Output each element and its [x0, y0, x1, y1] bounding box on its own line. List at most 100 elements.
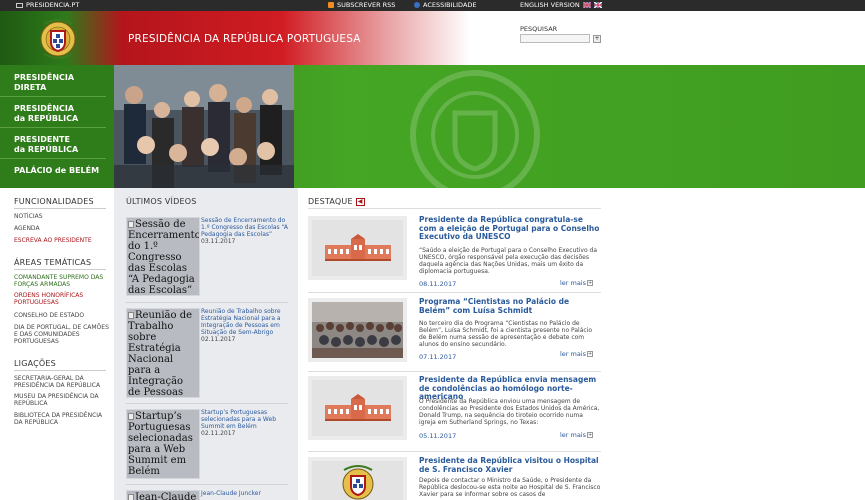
destaque-header: DESTAQUE ◀: [308, 197, 365, 206]
news-item: Presidente da República congratula-se co…: [308, 215, 601, 288]
nav-item-presidencia-direta[interactable]: PRESIDÊNCIA DIRETA: [0, 73, 106, 92]
banner: PRESIDÊNCIA DIRETA PRESIDÊNCIA da REPÚBL…: [0, 65, 865, 188]
link-biblioteca[interactable]: BIBLIOTECA DA PRESIDÊNCIA DA REPÚBLICA: [14, 412, 109, 426]
link-secretaria-geral[interactable]: SECRETARIA-GERAL DA PRESIDÊNCIA DA REPÚB…: [14, 375, 109, 389]
video-item[interactable]: Startup’s Portuguesas selecionadas para …: [126, 409, 288, 479]
video-caption-text: Startup’s Portuguesas selecionadas para …: [201, 409, 277, 430]
read-more-label: ler mais: [559, 279, 586, 287]
search-input[interactable]: [520, 34, 590, 43]
read-more-link[interactable]: ler mais +: [560, 279, 593, 287]
site-title: PRESIDÊNCIA DA REPÚBLICA PORTUGUESA: [128, 33, 361, 45]
news-title[interactable]: Presidente da República visitou o Hospit…: [419, 456, 601, 474]
accessibility-icon: [414, 2, 420, 8]
accessibility-link[interactable]: ACESSIBILIDADE: [414, 1, 477, 9]
nav-item-line1: PALÁCIO de BELÉM: [14, 166, 100, 175]
video-thumbnail[interactable]: Reunião de Trabalho sobre Estratégia Nac…: [126, 308, 200, 398]
nav-item-line2: DIRETA: [14, 82, 47, 92]
search-button[interactable]: +: [593, 35, 601, 43]
read-more-link[interactable]: ler mais +: [560, 350, 593, 358]
nav-item-line1: PRESIDENTE: [14, 135, 70, 144]
coat-of-arms-icon: [342, 465, 373, 500]
rss-link[interactable]: SUBSCREVER RSS: [328, 1, 395, 9]
video-thumbnail[interactable]: Sessão de Encerramento do 1.º Congresso …: [126, 217, 200, 296]
video-caption-text: Jean-Claude Juncker: [201, 490, 261, 497]
video-divider: [126, 302, 288, 303]
news-image[interactable]: [308, 298, 407, 362]
broken-image-icon: [128, 312, 134, 319]
video-caption[interactable]: Jean-Claude Juncker: [201, 490, 289, 497]
main-nav: PRESIDÊNCIA DIRETA PRESIDÊNCIA da REPÚBL…: [0, 65, 114, 188]
destaque-title: DESTAQUE: [308, 197, 353, 206]
site-link[interactable]: PRESIDENCIA.PT: [16, 1, 79, 9]
header: PRESIDÊNCIA DA REPÚBLICA PORTUGUESA PESQ…: [0, 11, 865, 65]
videos-title: ÚLTIMOS VÍDEOS: [126, 197, 197, 206]
group-photo-image: [312, 302, 403, 358]
video-caption[interactable]: Sessão de Encerramento do 1.º Congresso …: [201, 217, 289, 245]
english-version-link[interactable]: ENGLISH VERSION: [520, 1, 602, 9]
link-dia-de-portugal[interactable]: DIA DE PORTUGAL, DE CAMÕES E DAS COMUNID…: [14, 324, 109, 346]
news-item: Programa “Cientistas no Palácio de Belém…: [308, 297, 601, 368]
rss-icon: [328, 2, 334, 8]
news-date: 08.11.2017: [419, 280, 457, 288]
news-item: Presidente da República visitou o Hospit…: [308, 456, 601, 500]
link-agenda[interactable]: AGENDA: [14, 225, 109, 232]
section-divider: [14, 370, 106, 371]
left-column: FUNCIONALIDADES NOTÍCIAS AGENDA ESCREVA …: [0, 188, 114, 500]
link-ordens-honorificas[interactable]: ORDENS HONORÍFICAS PORTUGUESAS: [14, 292, 109, 306]
news-date: 05.11.2017: [419, 432, 457, 440]
rss-link-label: SUBSCREVER RSS: [337, 1, 396, 9]
coat-of-arms-logo[interactable]: [38, 14, 78, 62]
video-caption[interactable]: Startup’s Portuguesas selecionadas para …: [201, 409, 289, 437]
news-body: Depois de contactar o Ministro da Saúde,…: [419, 477, 601, 498]
news-image[interactable]: [308, 376, 407, 440]
link-noticias[interactable]: NOTÍCIAS: [14, 213, 109, 220]
nav-item-presidente-republica[interactable]: PRESIDENTE da REPÚBLICA: [0, 135, 106, 154]
video-thumbnail-alt: Reunião de Trabalho sobre Estratégia Nac…: [128, 310, 193, 398]
news-divider: [308, 371, 601, 372]
plus-icon: +: [587, 351, 593, 357]
link-conselho-de-estado[interactable]: CONSELHO DE ESTADO: [14, 312, 109, 319]
link-escreva-ao-presidente[interactable]: ESCREVA AO PRESIDENTE: [14, 237, 109, 244]
news-image[interactable]: [308, 457, 407, 500]
video-item[interactable]: Reunião de Trabalho sobre Estratégia Nac…: [126, 308, 288, 398]
top-bar: PRESIDENCIA.PT SUBSCREVER RSS ACESSIBILI…: [0, 0, 865, 11]
broken-image-icon: [128, 494, 134, 500]
section-divider: [14, 208, 106, 209]
nav-separator: [0, 96, 106, 97]
video-thumbnail[interactable]: Startup’s Portuguesas selecionadas para …: [126, 409, 200, 479]
news-image[interactable]: [308, 216, 407, 280]
video-divider: [126, 484, 288, 485]
nav-item-palacio-belem[interactable]: PALÁCIO de BELÉM: [0, 166, 106, 176]
news-body: No terceiro dia do Programa “Cientistas …: [419, 320, 593, 348]
palace-icon: [324, 234, 391, 261]
areas-tematicas-title: ÁREAS TEMÁTICAS: [14, 258, 92, 267]
video-item[interactable]: Sessão de Encerramento do 1.º Congresso …: [126, 217, 288, 297]
nav-item-line2: da REPÚBLICA: [14, 113, 79, 123]
banner-photo[interactable]: [114, 65, 294, 188]
video-caption[interactable]: Reunião de Trabalho sobre Estratégia Nac…: [201, 308, 289, 343]
video-thumbnail-alt: Jean-Claude: [135, 492, 197, 500]
section-divider: [14, 269, 106, 270]
news-item: Presidente da República envia mensagem d…: [308, 375, 601, 446]
video-caption-text: Sessão de Encerramento do 1.º Congresso …: [201, 217, 289, 238]
news-title[interactable]: Presidente da República congratula-se co…: [419, 215, 601, 242]
nav-item-presidencia-republica[interactable]: PRESIDÊNCIA da REPÚBLICA: [0, 104, 106, 123]
video-date: 03.11.2017: [201, 238, 236, 245]
video-date: 02.11.2017: [201, 430, 236, 437]
video-thumbnail-alt: Sessão de Encerramento do 1.º Congresso …: [128, 219, 200, 296]
news-divider: [308, 292, 601, 293]
seal-watermark: [410, 70, 540, 188]
news-title[interactable]: Programa “Cientistas no Palácio de Belém…: [419, 297, 601, 315]
video-thumbnail[interactable]: Jean-Claude: [126, 490, 200, 500]
arrow-left-icon[interactable]: ◀: [355, 197, 365, 206]
news-date: 07.11.2017: [419, 353, 457, 361]
link-comandante-supremo[interactable]: COMANDANTE SUPREMO DAS FORÇAS ARMADAS: [14, 274, 109, 288]
read-more-link[interactable]: ler mais +: [560, 431, 593, 439]
news-body: O Presidente da República enviou uma men…: [419, 398, 600, 426]
search-label: PESQUISAR: [520, 25, 558, 33]
plus-icon: +: [587, 280, 593, 286]
broken-image-icon: [128, 221, 134, 228]
link-museu[interactable]: MUSEU DA PRESIDÊNCIA DA REPÚBLICA: [14, 393, 109, 407]
video-item[interactable]: Jean-Claude Jean-Claude Juncker: [126, 490, 288, 500]
videos-column: ÚLTIMOS VÍDEOS Sessão de Encerramento do…: [114, 188, 298, 500]
